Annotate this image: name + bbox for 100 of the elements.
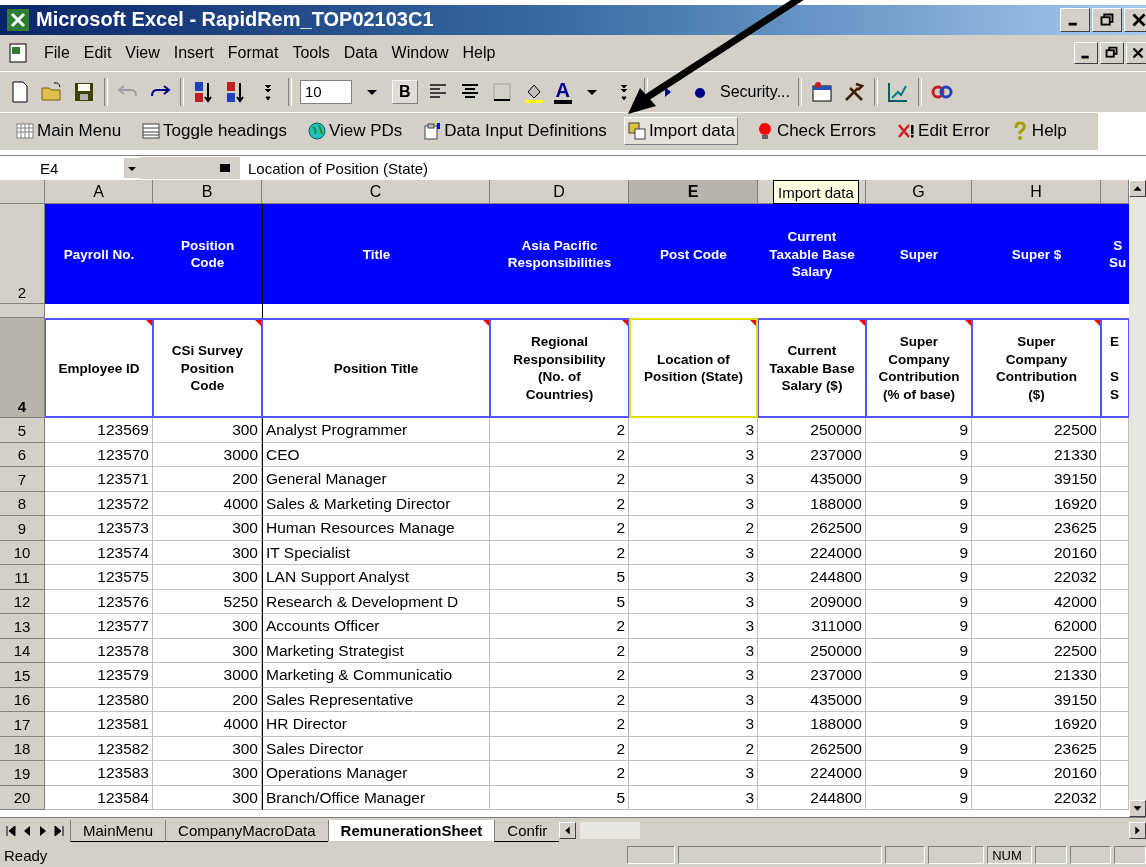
table-cell: 3	[629, 467, 758, 492]
menu-item[interactable]: View	[125, 43, 160, 62]
row-header[interactable]: 15	[0, 663, 45, 688]
table-cell: General Manager	[262, 467, 490, 492]
minimize-icon[interactable]	[1060, 7, 1090, 32]
row-header[interactable]: 7	[0, 467, 45, 492]
table-cell: 2	[490, 516, 629, 541]
sheet-tab[interactable]: MainMenu	[70, 819, 166, 842]
table-cell: 2	[490, 712, 629, 737]
table-cell: 300	[153, 761, 262, 786]
table-cell: 123573	[45, 516, 153, 541]
row-header[interactable]: 20	[0, 785, 45, 811]
row-header[interactable]: 6	[0, 442, 45, 468]
row-header[interactable]: 9	[0, 516, 45, 541]
column-header[interactable]	[1101, 180, 1129, 205]
table-cell: 2	[629, 736, 758, 762]
scroll-right-icon[interactable]	[1129, 822, 1146, 840]
select-all-button[interactable]	[0, 180, 45, 205]
table-cell: 200	[153, 467, 262, 492]
scroll-down-icon[interactable]	[1129, 800, 1146, 818]
close-icon[interactable]	[1124, 7, 1146, 32]
row-header[interactable]: 10	[0, 540, 45, 566]
menu-item[interactable]: Tools	[292, 43, 330, 62]
minimize-icon[interactable]	[1074, 41, 1098, 64]
table-cell: 22500	[972, 638, 1101, 664]
row-header[interactable]: 4	[0, 318, 45, 419]
table-cell: 435000	[758, 467, 866, 492]
font-size-field[interactable]: 10	[300, 79, 352, 104]
table-cell: 23625	[972, 736, 1101, 762]
row-header[interactable]: 8	[0, 491, 45, 517]
toolbar-button[interactable]: Toggle headings	[138, 117, 290, 146]
row-header[interactable]: 11	[0, 565, 45, 590]
menu-item[interactable]: Insert	[173, 43, 214, 62]
toolbar-button[interactable]: Import data	[623, 117, 738, 146]
column-header[interactable]: C	[262, 180, 490, 205]
menu-item[interactable]: Help	[462, 43, 496, 62]
row-header[interactable]: 16	[0, 687, 45, 713]
toolbar-button[interactable]: Edit Error	[893, 117, 993, 146]
restore-icon[interactable]	[1092, 7, 1122, 32]
row-header[interactable]: 13	[0, 614, 45, 639]
row-header[interactable]: 5	[0, 418, 45, 443]
menu-item[interactable]: Window	[391, 43, 449, 62]
toolbar-button[interactable]: Check Errors	[751, 117, 880, 146]
bold-button[interactable]: B	[392, 79, 418, 104]
vertical-scrollbar[interactable]	[1129, 180, 1146, 818]
horizontal-scrollbar[interactable]	[580, 822, 641, 840]
scroll-up-icon[interactable]	[1129, 180, 1146, 198]
sheet-tab[interactable]: RemunerationSheet	[327, 820, 495, 842]
row-header[interactable]: 19	[0, 761, 45, 786]
table-cell: 16920	[972, 491, 1101, 517]
row-header[interactable]: 17	[0, 712, 45, 737]
column-header[interactable]: G	[866, 180, 972, 205]
dropdown-icon[interactable]	[124, 158, 140, 179]
row-header[interactable]: 18	[0, 736, 45, 762]
sheet-tab[interactable]: Confir	[494, 819, 560, 842]
table-cell: 123570	[45, 442, 153, 468]
open-folder-icon[interactable]	[40, 79, 64, 104]
scroll-left-icon[interactable]	[559, 822, 577, 840]
restore-icon[interactable]	[1100, 41, 1124, 64]
menu-item[interactable]: Format	[227, 43, 279, 62]
column-header[interactable]: E	[629, 180, 758, 205]
table-cell: Human Resources Manage	[262, 516, 490, 541]
close-icon[interactable]	[1126, 41, 1146, 64]
last-sheet-icon[interactable]	[52, 823, 66, 838]
column-header[interactable]: H	[972, 180, 1101, 205]
table-cell: 22032	[972, 565, 1101, 590]
spreadsheet-logo-icon	[6, 7, 30, 32]
column-header[interactable]: D	[490, 180, 629, 205]
row-header[interactable]: 14	[0, 638, 45, 664]
table-cell: 9	[866, 712, 972, 737]
table-cell: 5	[490, 785, 629, 811]
column-header[interactable]: B	[153, 180, 262, 205]
table-cell: 3	[629, 638, 758, 664]
formula-field[interactable]: Location of Position (State)	[240, 159, 429, 177]
header-cell: Asia Pacific Responsibilities	[490, 204, 629, 305]
table-cell: 2	[490, 467, 629, 492]
table-cell: 2	[490, 540, 629, 566]
row-header[interactable]: 2	[0, 204, 45, 305]
toolbar-button[interactable]: Main Menu	[12, 117, 125, 146]
table-cell: 300	[153, 638, 262, 664]
toolbar-button[interactable]: Help	[1006, 117, 1070, 146]
menu-item[interactable]: Edit	[83, 43, 112, 62]
table-cell: 4000	[153, 491, 262, 517]
menu-item[interactable]: Data	[343, 43, 378, 62]
row-header[interactable]: 12	[0, 589, 45, 615]
first-sheet-icon[interactable]	[4, 823, 18, 838]
form-icon[interactable]	[809, 79, 834, 104]
security-button[interactable]: Security...	[720, 82, 790, 101]
sheet-tab[interactable]: CompanyMacroData	[165, 819, 328, 842]
header-cell: Super Company Contribution ($)	[972, 318, 1101, 419]
row-header[interactable]	[0, 304, 45, 319]
header-cell: CSi Survey Position Code	[153, 318, 262, 419]
menu-item[interactable]: File	[44, 43, 70, 62]
column-header[interactable]: A	[45, 180, 153, 205]
table-cell: 9	[866, 565, 972, 590]
toolbar-button[interactable]: View PDs	[303, 117, 406, 146]
toolbar-button[interactable]: Data Input Definitions	[419, 117, 610, 146]
table-cell: 22032	[972, 785, 1101, 811]
font-color-button[interactable]: A	[553, 79, 572, 104]
table-cell: 435000	[758, 687, 866, 713]
